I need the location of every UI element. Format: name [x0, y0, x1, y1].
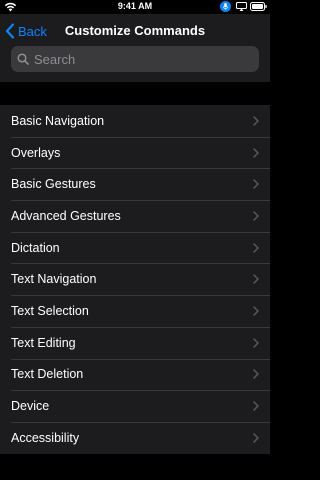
list-item[interactable]: Basic Gestures: [0, 168, 270, 200]
list-item[interactable]: Accessibility: [0, 421, 270, 454]
list-item-label: Overlays: [11, 145, 61, 160]
list-item-label: Text Deletion: [11, 367, 84, 382]
chevron-right-icon: [253, 116, 259, 126]
list-item-label: Text Editing: [11, 335, 76, 350]
chevron-right-icon: [253, 401, 259, 411]
list-item-label: Accessibility: [11, 430, 80, 445]
list-item-label: Text Navigation: [11, 272, 97, 287]
battery-icon: [250, 2, 267, 11]
list-item-label: Basic Navigation: [11, 113, 105, 128]
list-item[interactable]: Advanced Gestures: [0, 200, 270, 232]
status-bar: 9:41 AM: [0, 0, 270, 14]
list-item[interactable]: Dictation: [0, 231, 270, 264]
chevron-right-icon: [253, 179, 259, 189]
chevron-right-icon: [253, 147, 259, 158]
list-item-label: Device: [11, 399, 50, 414]
chevron-right-icon: [253, 369, 259, 380]
page-title: Customize Commands: [64, 23, 206, 38]
command-category-list: Basic Navigation Overlays Basic Gestures Ad…: [0, 105, 270, 454]
chevron-right-icon: [253, 432, 259, 443]
list-item[interactable]: Text Deletion: [0, 358, 270, 391]
list-item[interactable]: Device: [0, 390, 270, 422]
list-item[interactable]: Text Editing: [0, 326, 270, 359]
screen-mirroring-icon: [236, 2, 247, 11]
list-item[interactable]: Basic Navigation: [0, 105, 270, 137]
chevron-right-icon: [253, 211, 259, 221]
chevron-right-icon: [253, 242, 259, 253]
list-item[interactable]: Text Navigation: [0, 263, 270, 295]
list-item[interactable]: Overlays: [0, 136, 270, 169]
list-item-label: Text Selection: [11, 303, 89, 318]
search-icon: [17, 53, 29, 65]
search-field[interactable]: [11, 46, 259, 72]
microphone-icon: [220, 1, 231, 12]
search-input[interactable]: [34, 51, 244, 67]
list-item[interactable]: Text Selection: [0, 295, 270, 327]
chevron-right-icon: [253, 337, 259, 348]
navigation-bar: Back Customize Commands: [0, 14, 270, 82]
list-item-label: Dictation: [11, 240, 60, 255]
chevron-right-icon: [253, 306, 259, 316]
chevron-right-icon: [253, 274, 259, 285]
list-item-label: Advanced Gestures: [11, 208, 121, 223]
list-item-label: Basic Gestures: [11, 177, 96, 192]
